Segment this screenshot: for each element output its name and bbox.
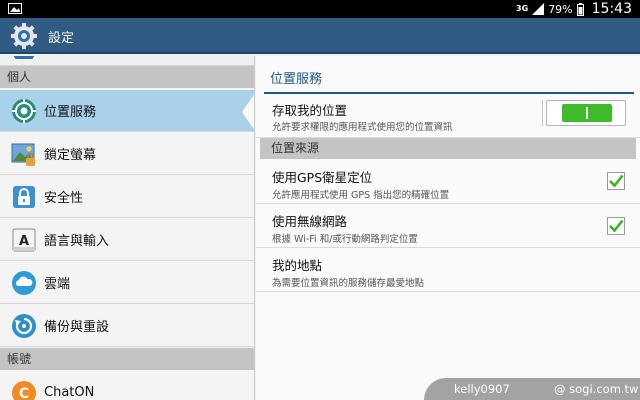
sidebar-item-label: 雲端: [44, 277, 71, 292]
sidebar-header-accounts: 帳號: [0, 348, 254, 370]
gps-checkbox[interactable]: [607, 172, 625, 190]
watermark-site: @ sogi.com.tw: [554, 382, 639, 396]
sidebar-item-label: 鎖定螢幕: [44, 148, 97, 163]
checkmark-icon: [609, 174, 624, 188]
my-places-pref[interactable]: 我的地點 為需要位置資訊的服務儲存最愛地點: [256, 248, 640, 292]
pref-summary: 允許應用程式使用 GPS 指出您的精確位置: [272, 190, 450, 201]
clock: 15:43: [591, 1, 632, 17]
network-type: 3G: [516, 4, 529, 13]
wireless-network-pref[interactable]: 使用無線網路 根據 Wi-Fi 和/或行動網路判定位置: [256, 204, 640, 248]
active-indicator: [242, 92, 254, 132]
pref-title: 我的地點: [272, 258, 323, 273]
app-title: 設定: [48, 31, 75, 46]
pref-title: 存取我的位置: [272, 103, 348, 118]
gear-icon[interactable]: [10, 22, 38, 50]
chaton-icon: C: [12, 380, 36, 400]
pref-title: 使用無線網路: [272, 214, 348, 229]
gps-pref[interactable]: 使用GPS衛星定位 允許應用程式使用 GPS 指出您的精確位置: [256, 160, 640, 204]
watermark: kelly0907 @ sogi.com.tw: [424, 378, 640, 400]
sidebar-item-backup-reset[interactable]: 備份與重設: [0, 305, 254, 347]
sidebar-item-location[interactable]: 位置服務: [0, 90, 254, 132]
toggle-on-mark: [586, 107, 588, 119]
status-bar: 3G 79% 15:43: [0, 0, 640, 18]
language-icon: A: [12, 227, 36, 252]
watermark-user: kelly0907: [454, 382, 510, 396]
location-icon: [12, 98, 36, 123]
sidebar-item-cloud[interactable]: 雲端: [0, 262, 254, 304]
previous-item-edge: [0, 56, 254, 66]
lock-screen-icon: [11, 143, 35, 166]
pref-summary: 根據 Wi-Fi 和/或行動網路判定位置: [272, 234, 418, 245]
battery-percent: 79%: [548, 2, 573, 16]
partial-icon: [14, 56, 34, 59]
settings-sidebar: 個人 位置服務 鎖定螢幕 安全性 A 語言與輸入 雲端 備份與重設 帳號 C C…: [0, 56, 255, 400]
pref-title: 使用GPS衛星定位: [272, 170, 373, 185]
location-settings-panel: 位置服務 存取我的位置 允許要求權限的應用程式使用您的位置資訊 位置來源 使用G…: [256, 56, 640, 400]
svg-text:A: A: [19, 234, 29, 249]
battery-icon: [576, 2, 584, 16]
sidebar-header-personal: 個人: [0, 66, 254, 88]
pref-summary: 為需要位置資訊的服務儲存最愛地點: [272, 278, 425, 289]
sidebar-item-security[interactable]: 安全性: [0, 176, 254, 218]
sidebar-item-label: 安全性: [44, 191, 84, 206]
checkmark-icon: [609, 219, 624, 233]
wireless-checkbox[interactable]: [607, 217, 625, 235]
security-lock-icon: [13, 185, 35, 208]
svg-text:C: C: [19, 386, 29, 400]
section-header-location-sources: 位置來源: [260, 138, 636, 159]
sidebar-item-language[interactable]: A 語言與輸入: [0, 219, 254, 261]
page-title: 位置服務: [270, 72, 323, 87]
toggle-divider: [542, 100, 543, 126]
signal-icon: [532, 3, 545, 15]
picture-notification-icon: [8, 3, 22, 14]
sidebar-item-chaton[interactable]: C ChatON: [0, 372, 254, 400]
backup-icon: [12, 313, 36, 338]
sidebar-item-label: ChatON: [44, 385, 95, 400]
sidebar-item-label: 備份與重設: [44, 320, 110, 335]
action-bar: 設定: [0, 18, 640, 54]
cloud-icon: [12, 270, 36, 295]
sidebar-item-lock-screen[interactable]: 鎖定螢幕: [0, 133, 254, 175]
sidebar-item-label: 位置服務: [44, 105, 97, 120]
pref-summary: 允許要求權限的應用程式使用您的位置資訊: [272, 122, 453, 133]
sidebar-item-label: 語言與輸入: [44, 234, 110, 249]
